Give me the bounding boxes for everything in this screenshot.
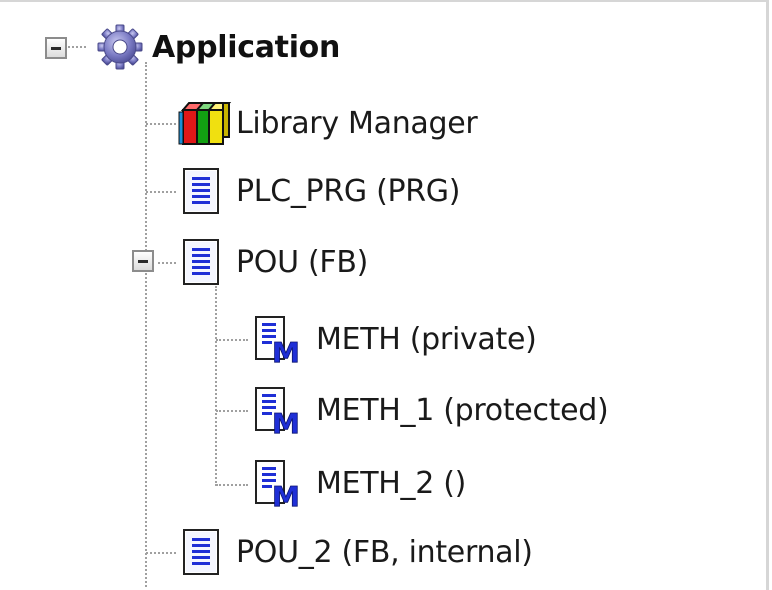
method-icon: M <box>250 385 312 440</box>
tree-node-label: METH_1 (protected) <box>316 392 609 428</box>
method-icon: M <box>250 314 312 369</box>
tree-connector <box>216 484 248 486</box>
tree-node-meth-1[interactable]: M METH_1 (protected) <box>250 385 609 440</box>
tree-node-meth[interactable]: M METH (private) <box>250 314 537 369</box>
tree-connector <box>216 339 248 341</box>
tree-connector <box>146 552 176 554</box>
tree-node-label: POU_2 (FB, internal) <box>236 534 533 570</box>
tree-node-label: PLC_PRG (PRG) <box>236 173 461 209</box>
tree-node-pou[interactable]: POU (FB) <box>176 237 368 287</box>
pou-document-icon <box>176 527 232 577</box>
collapse-application-toggle[interactable] <box>45 37 67 59</box>
tree-node-pou-2[interactable]: POU_2 (FB, internal) <box>176 527 533 577</box>
tree-connector <box>158 262 176 264</box>
pou-document-icon <box>176 166 232 216</box>
tree-node-label: METH_2 () <box>316 465 467 501</box>
library-books-icon <box>176 98 232 148</box>
tree-node-meth-2[interactable]: M METH_2 () <box>250 458 467 513</box>
method-icon: M <box>250 458 312 513</box>
tree-connector <box>216 410 248 412</box>
svg-text:M: M <box>272 480 300 508</box>
tree-node-label: Application <box>152 29 341 65</box>
collapse-pou-toggle[interactable] <box>132 250 154 272</box>
tree-connector <box>215 286 217 486</box>
svg-text:M: M <box>272 336 300 364</box>
tree-node-label: Library Manager <box>236 105 478 141</box>
svg-text:M: M <box>272 407 300 435</box>
tree-node-label: POU (FB) <box>236 244 369 280</box>
tree-node-library-manager[interactable]: Library Manager <box>176 98 478 148</box>
tree-connector <box>145 62 147 587</box>
tree-node-plc-prg[interactable]: PLC_PRG (PRG) <box>176 166 460 216</box>
tree-node-application[interactable]: Application <box>92 22 340 72</box>
tree-node-label: METH (private) <box>316 321 537 357</box>
gear-icon <box>92 22 148 72</box>
pou-document-icon <box>176 237 232 287</box>
tree-connector <box>146 123 176 125</box>
tree-connector <box>146 191 176 193</box>
project-tree[interactable]: Application Library Manager PLC_PRG (PRG… <box>0 0 772 590</box>
